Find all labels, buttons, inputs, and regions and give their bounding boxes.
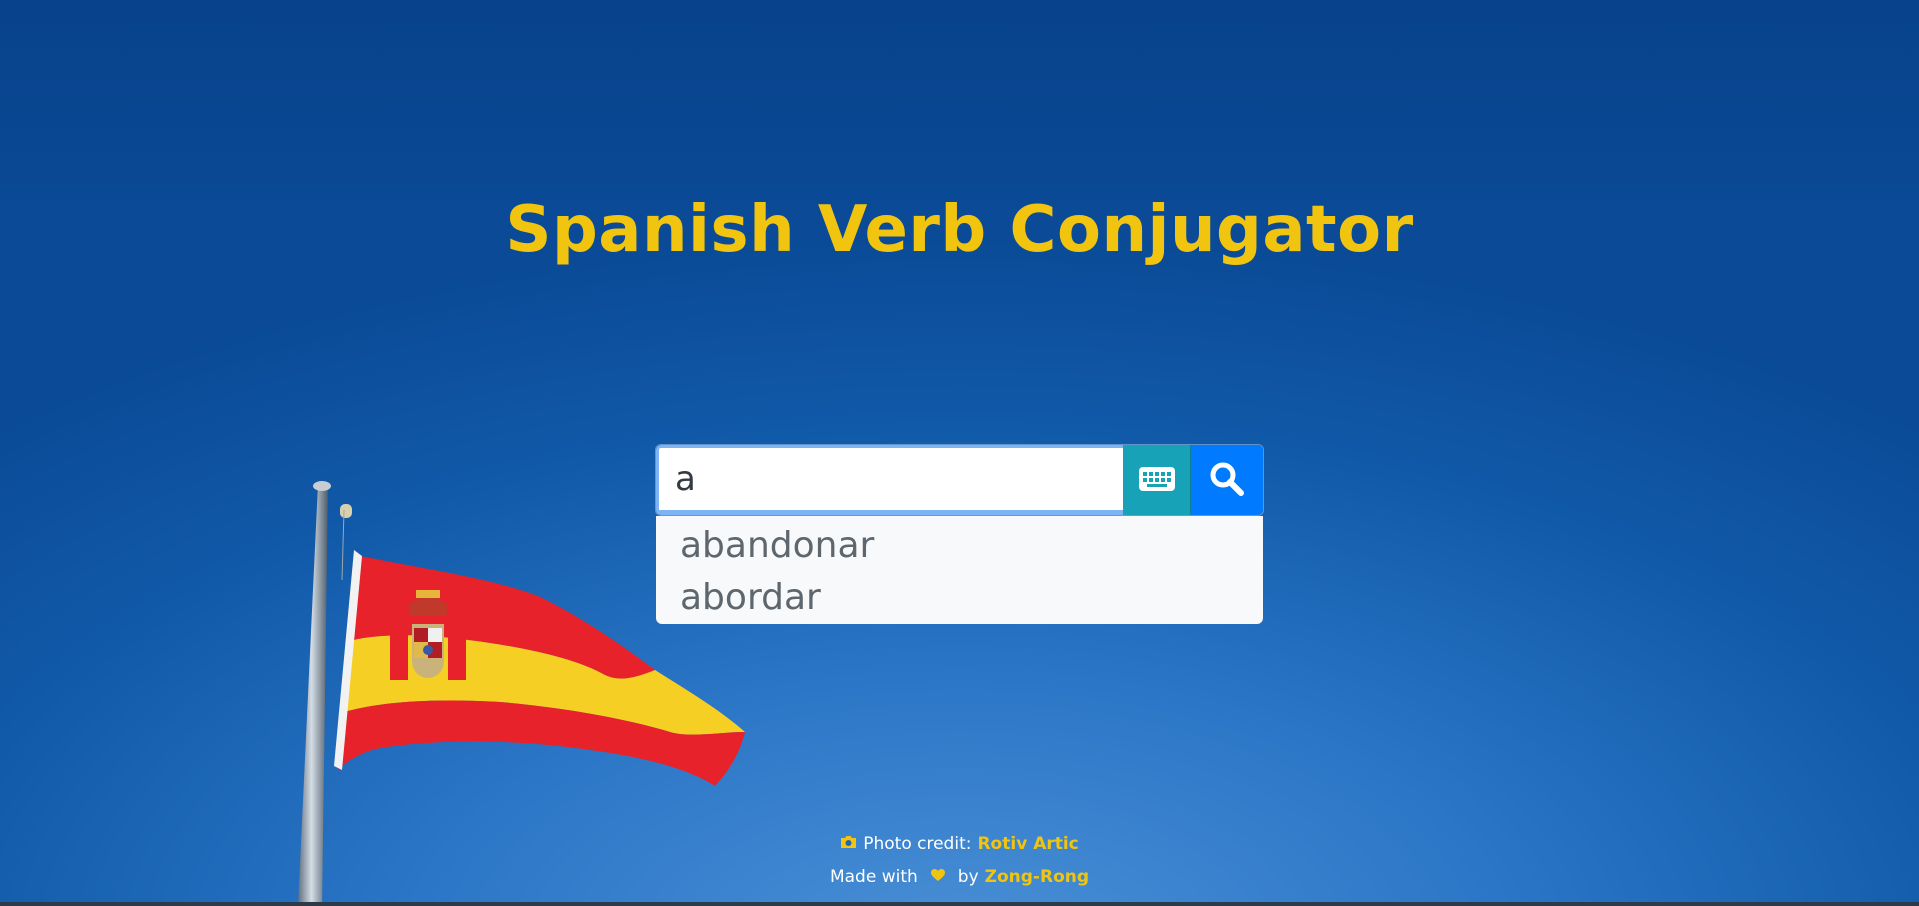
author-link[interactable]: Zong-Rong	[985, 861, 1089, 894]
search-icon	[1209, 461, 1245, 500]
photo-credit-link[interactable]: Rotiv Artic	[977, 828, 1078, 861]
photo-credit: Photo credit: Rotiv Artic	[0, 828, 1919, 861]
heart-icon	[930, 861, 946, 894]
search-button[interactable]	[1191, 445, 1263, 515]
camera-icon	[840, 828, 857, 861]
autocomplete-item-abordar[interactable]: abordar	[656, 572, 1263, 624]
keyboard-icon	[1138, 466, 1176, 495]
search-bar	[656, 445, 1263, 515]
by-label: by	[957, 867, 979, 887]
keyboard-button[interactable]	[1123, 445, 1191, 515]
photo-credit-label: Photo credit:	[863, 834, 972, 854]
autocomplete-item-abandonar[interactable]: abandonar	[656, 520, 1263, 572]
autocomplete-list: abandonar abordar	[656, 516, 1263, 624]
bottom-strip	[0, 902, 1919, 906]
made-with: Made with by Zong-Rong	[0, 861, 1919, 894]
page-title: Spanish Verb Conjugator	[505, 193, 1414, 267]
verb-search-input[interactable]	[656, 445, 1123, 515]
sky-background	[0, 0, 1919, 220]
made-with-label: Made with	[829, 867, 918, 887]
footer: Photo credit: Rotiv Artic Made with by Z…	[0, 828, 1919, 894]
